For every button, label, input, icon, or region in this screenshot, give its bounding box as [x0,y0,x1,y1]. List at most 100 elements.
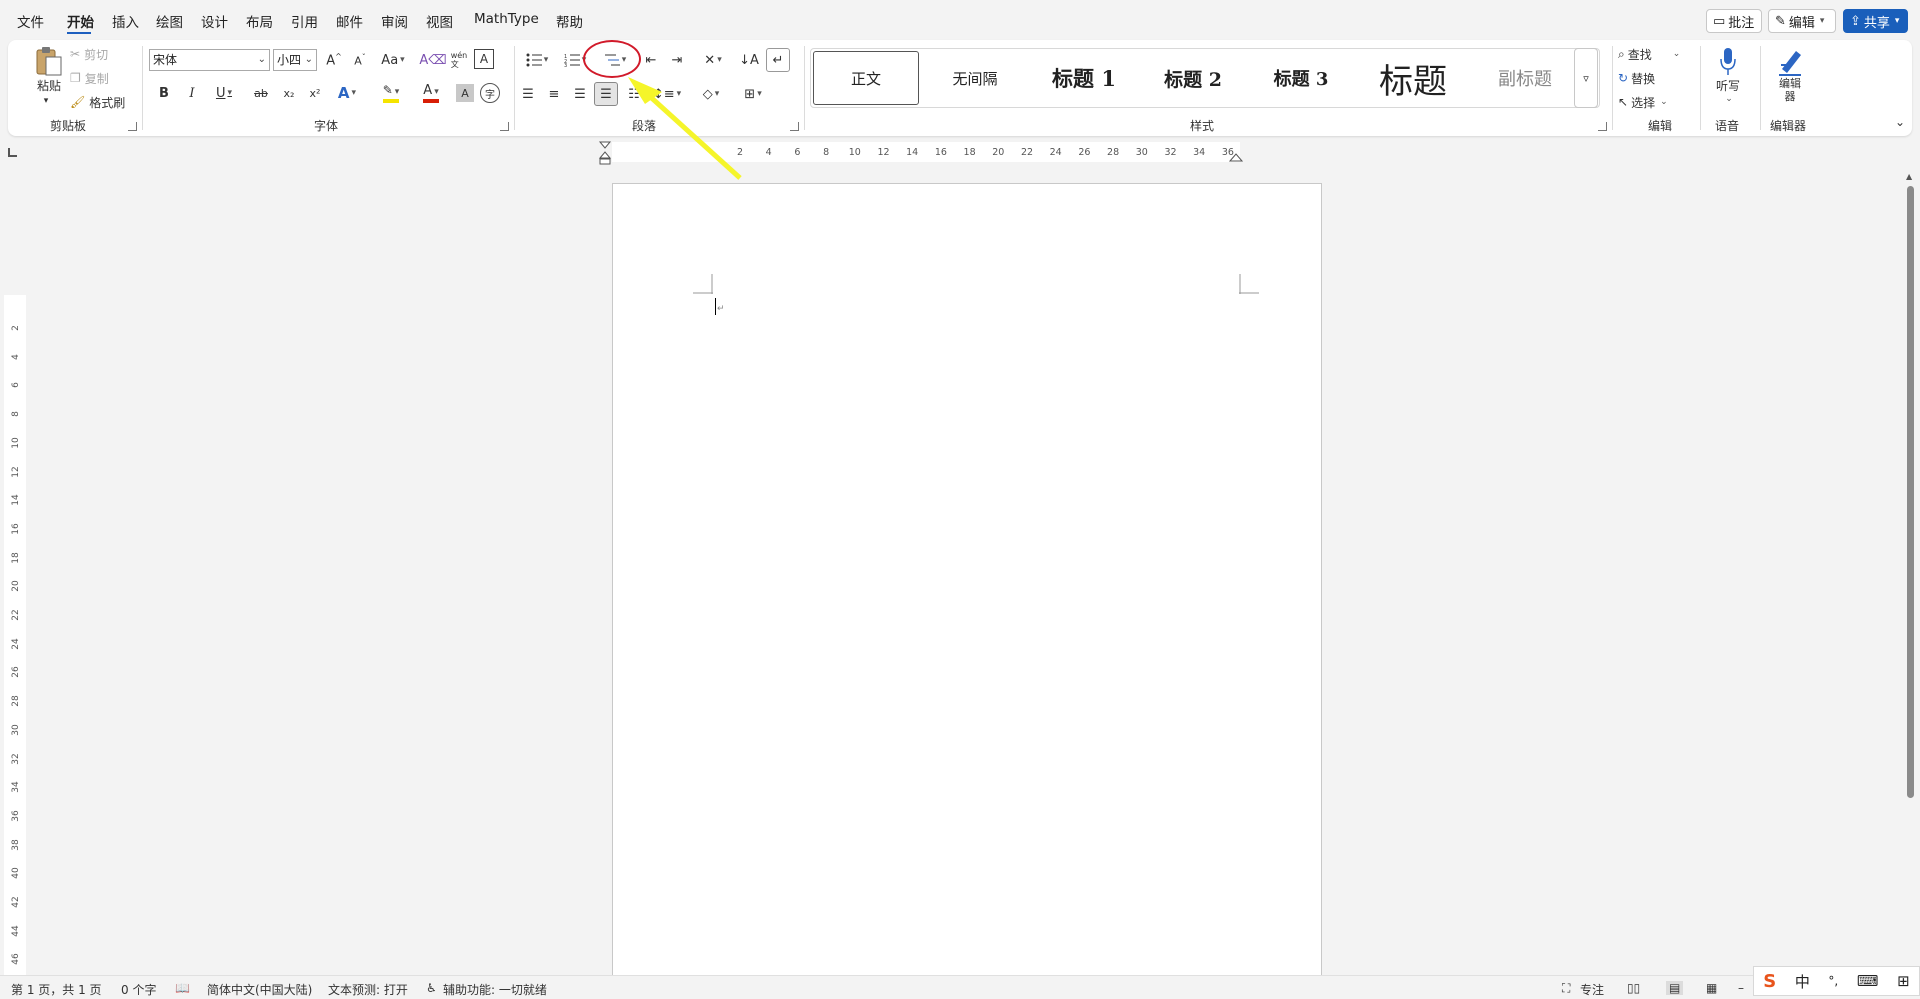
menu-view[interactable]: 视图 [426,11,453,31]
keyboard-icon[interactable]: ⌨ [1857,972,1879,990]
increase-indent-button[interactable]: ⇥ [666,49,688,71]
style-no-spacing[interactable]: 无间隔 [923,51,1027,105]
distributed-button[interactable]: ☷ [622,83,646,105]
zoom-out-icon[interactable]: – [1738,981,1744,995]
underline-button[interactable]: U ▾ [208,82,240,104]
menu-review[interactable]: 审阅 [381,11,408,31]
menu-references[interactable]: 引用 [291,11,318,31]
character-shading-button[interactable]: A [456,84,474,102]
cut-button[interactable]: ✂ 剪切 [70,44,108,64]
bold-button[interactable]: B [154,82,174,104]
dictate-button[interactable]: 听写 ⌄ [1708,42,1748,108]
menu-insert[interactable]: 插入 [112,11,139,31]
horizontal-ruler[interactable]: 2 4 6 8 10 12 14 16 18 20 22 24 26 28 30 32 34 36 [598,141,1243,165]
phonetic-guide-button[interactable]: wén 文 [448,48,470,72]
proofing-book-icon[interactable]: 📖 [175,981,190,995]
ime-punctuation-button[interactable]: °, [1828,974,1838,988]
editing-mode-button[interactable]: ✎ 编辑 ▾ [1768,9,1836,33]
ruler-tick-label: 10 [11,437,21,449]
scroll-up-icon[interactable]: ▲ [1906,172,1912,181]
font-name-combo[interactable]: 宋体 ⌄ [149,49,270,71]
highlight-button[interactable]: ✎ ▾ [372,82,410,104]
style-subtitle[interactable]: 副标题 [1473,51,1577,105]
subscript-button[interactable]: x₂ [278,82,300,104]
copy-button[interactable]: ❐ 复制 [70,68,109,88]
shrink-font-button[interactable]: Aˇ [349,49,371,71]
menu-draw[interactable]: 绘图 [156,11,183,31]
status-language[interactable]: 简体中文(中国大陆) [207,981,312,998]
ime-mode-button[interactable]: 中 [1795,971,1810,992]
paragraph-launcher-icon[interactable] [790,122,799,131]
vertical-scrollbar[interactable]: ▲ [1904,172,1916,972]
format-painter-button[interactable]: 🖌 格式刷 [70,92,125,112]
paste-dropdown[interactable]: ▾ [38,96,54,106]
scrollbar-thumb[interactable] [1907,186,1914,798]
print-layout-icon[interactable]: ▤ [1666,981,1684,995]
text-effects-button[interactable]: A ▾ [330,82,364,104]
tab-selector-icon[interactable] [8,148,17,157]
status-text-prediction[interactable]: 文本预测: 打开 [328,981,408,998]
align-center-button[interactable]: ≡ [542,83,566,105]
ruler-tick-label: 4 [11,353,21,360]
menu-design[interactable]: 设计 [201,11,228,31]
sort-button[interactable]: ↓A [738,49,760,71]
read-mode-icon[interactable]: ▯▯ [1627,981,1640,995]
menu-mailings[interactable]: 邮件 [336,11,363,31]
menu-file[interactable]: 文件 [17,11,44,31]
style-heading-1[interactable]: 标题 1 [1031,51,1137,105]
character-border-button[interactable]: A [474,49,494,69]
status-word-count[interactable]: 0 个字 [121,981,156,998]
menu-home[interactable]: 开始 [67,11,94,31]
font-color-button[interactable]: A ▾ [414,82,448,104]
strikethrough-button[interactable]: ab [250,82,272,104]
font-launcher-icon[interactable] [500,122,509,131]
vertical-ruler[interactable]: 2 4 6 8 10 12 14 16 18 20 22 24 26 28 30 32 34 36 38 40 42 44… [4,295,26,975]
editor-button[interactable]: 编辑器 [1768,42,1812,108]
styles-launcher-icon[interactable] [1598,122,1607,131]
clear-formatting-button[interactable]: A⌫ [419,49,446,71]
paste-button[interactable]: 粘贴 [26,44,72,94]
italic-button[interactable]: I [182,82,202,104]
menu-layout[interactable]: 布局 [246,11,273,31]
justify-button[interactable]: ☰ [594,82,618,106]
show-formatting-marks-button[interactable]: ↵ [766,48,790,72]
line-spacing-button[interactable]: ↕≡ ▾ [650,83,684,105]
share-button[interactable]: ⇪ 共享 ▾ [1843,9,1908,33]
superscript-button[interactable]: x² [304,82,326,104]
enclose-characters-button[interactable]: 字 [480,83,500,103]
select-button[interactable]: ↖ 选择 ⌄ [1618,92,1668,112]
sogou-logo-icon[interactable]: S [1763,971,1776,992]
collapse-ribbon-button[interactable]: ⌄ [1892,114,1908,130]
status-accessibility[interactable]: 辅助功能: 一切就绪 [443,981,547,998]
bullets-button[interactable]: ▾ [520,49,554,71]
style-heading-3[interactable]: 标题 3 [1249,51,1353,105]
menu-bar: 文件 开始 插入 绘图 设计 布局 引用 邮件 审阅 视图 MathType 帮… [0,0,1920,40]
menu-mathtype[interactable]: MathType [474,11,539,27]
toolbox-grid-icon[interactable]: ⊞ [1897,972,1910,990]
style-title[interactable]: 标题 [1357,51,1469,105]
style-normal[interactable]: 正文 [813,51,919,105]
menu-help[interactable]: 帮助 [556,11,583,31]
borders-button[interactable]: ⊞ ▾ [736,83,770,105]
change-case-button[interactable]: Aa ▾ [378,49,408,71]
indent-marker-icon[interactable] [596,140,616,168]
shading-button[interactable]: ◇ ▾ [694,83,728,105]
grow-font-button[interactable]: A^ [323,49,345,71]
font-size-combo[interactable]: 小四 ⌄ [273,49,317,71]
clipboard-launcher-icon[interactable] [128,122,137,131]
replace-button[interactable]: ↻ 替换 [1618,68,1655,88]
comments-button[interactable]: ▭ 批注 [1706,9,1762,33]
styles-more-button[interactable]: ▿ [1574,48,1598,108]
style-heading-2-label: 标题 2 [1164,68,1222,91]
document-page[interactable]: ↵ [612,183,1322,999]
asian-layout-button[interactable]: ✕ ▾ [696,49,730,71]
align-left-button[interactable]: ☰ [516,83,540,105]
style-heading-2[interactable]: 标题 2 [1141,51,1245,105]
web-layout-icon[interactable]: ▦ [1706,981,1717,995]
ruler-tick-label: 24 [11,637,21,650]
focus-mode-button[interactable]: 专注 [1580,981,1604,998]
find-button[interactable]: ⌕ 查找 ⌄ [1618,44,1680,64]
decrease-indent-button[interactable]: ⇤ [640,49,662,71]
status-page-count[interactable]: 第 1 页，共 1 页 [11,981,102,998]
align-right-button[interactable]: ☰ [568,83,592,105]
